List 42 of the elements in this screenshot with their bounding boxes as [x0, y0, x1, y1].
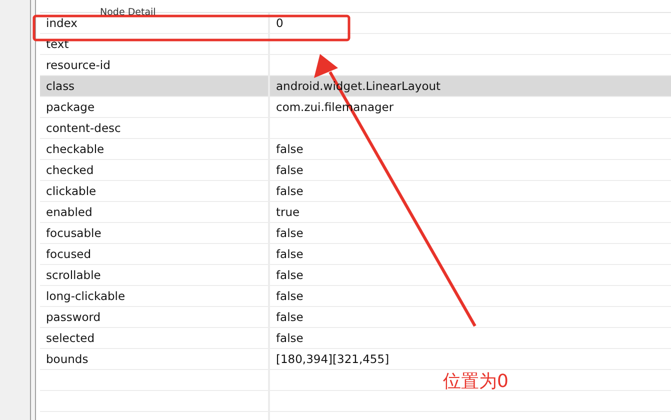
- property-name: selected: [40, 328, 270, 348]
- property-value: false: [276, 246, 304, 263]
- table-row[interactable]: text: [40, 34, 671, 55]
- property-value: false: [276, 309, 304, 326]
- property-name: content-desc: [40, 118, 270, 138]
- property-value: [180,394][321,455]: [276, 351, 390, 368]
- table-row[interactable]: enabled true: [40, 202, 671, 223]
- table-row[interactable]: long-clickable false: [40, 286, 671, 307]
- property-name: bounds: [40, 349, 270, 369]
- property-value: false: [276, 183, 304, 200]
- property-name: focusable: [40, 223, 270, 243]
- table-row[interactable]: scrollable false: [40, 265, 671, 286]
- property-name: password: [40, 307, 270, 327]
- table-row[interactable]: selected false: [40, 328, 671, 349]
- table-row[interactable]: checkable false: [40, 139, 671, 160]
- splitter[interactable]: [30, 0, 36, 420]
- property-name: checked: [40, 160, 270, 180]
- property-name: class: [40, 76, 270, 96]
- table-row[interactable]: focused false: [40, 244, 671, 265]
- property-value: false: [276, 225, 304, 242]
- property-value: 0: [276, 15, 284, 32]
- property-value: false: [276, 267, 304, 284]
- property-value: false: [276, 288, 304, 305]
- table-row[interactable]: bounds [180,394][321,455]: [40, 349, 671, 370]
- table-row[interactable]: focusable false: [40, 223, 671, 244]
- table-row[interactable]: content-desc: [40, 118, 671, 139]
- property-name: package: [40, 97, 270, 117]
- property-name: checkable: [40, 139, 270, 159]
- property-value: true: [276, 204, 300, 221]
- property-value: false: [276, 141, 304, 158]
- property-name: scrollable: [40, 265, 270, 285]
- table-row[interactable]: password false: [40, 307, 671, 328]
- property-value: false: [276, 330, 304, 347]
- property-name: text: [40, 34, 270, 54]
- table-row[interactable]: clickable false: [40, 181, 671, 202]
- property-name: clickable: [40, 181, 270, 201]
- property-name: enabled: [40, 202, 270, 222]
- property-name: long-clickable: [40, 286, 270, 306]
- annotation-label: 位置为0: [443, 371, 508, 393]
- table-row[interactable]: checked false: [40, 160, 671, 181]
- property-name: focused: [40, 244, 270, 264]
- property-value: false: [276, 162, 304, 179]
